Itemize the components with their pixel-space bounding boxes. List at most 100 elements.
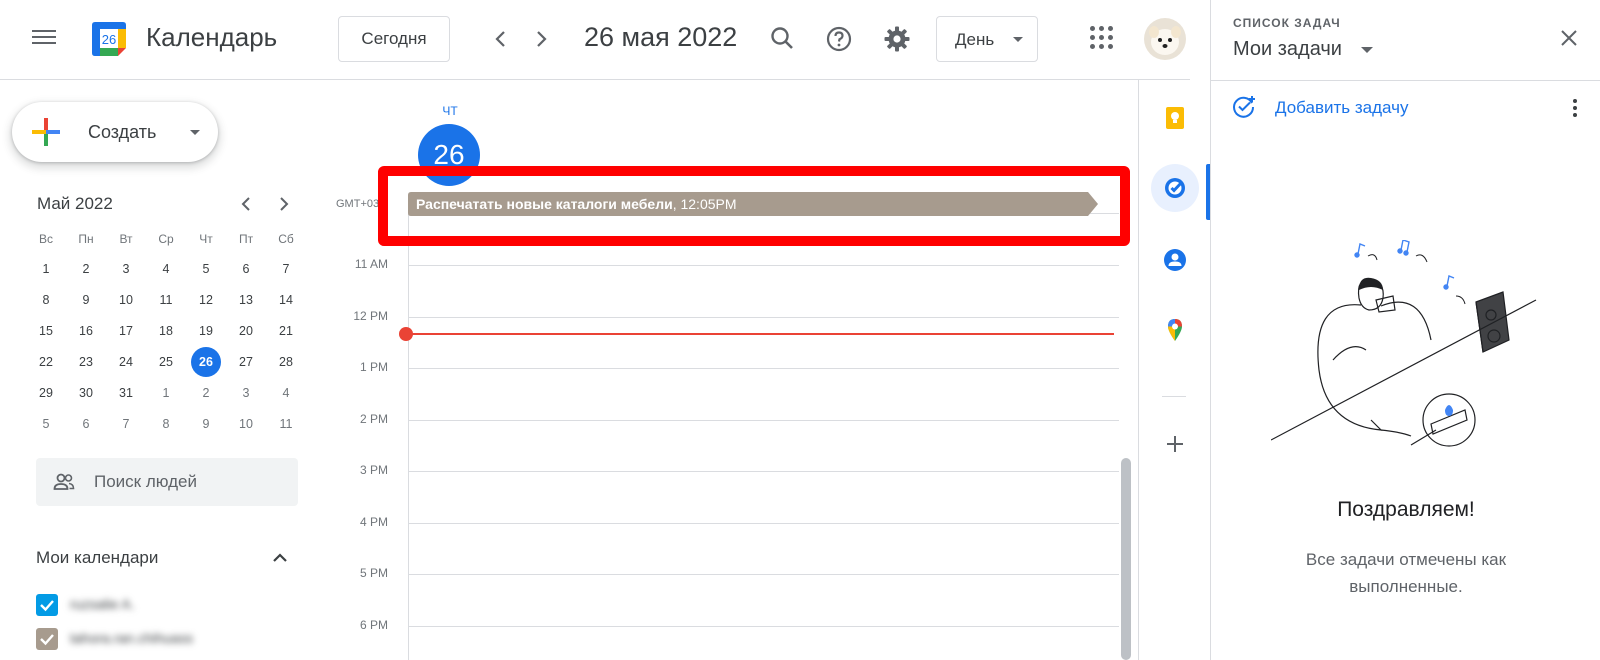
- mini-calendar-day[interactable]: 6: [66, 409, 106, 440]
- calendar-item[interactable]: tahora.ran.chihuass: [36, 626, 296, 654]
- mini-calendar-day[interactable]: 29: [26, 378, 66, 409]
- current-date-title: 26 мая 2022: [584, 22, 738, 52]
- mini-calendar-day-number: 1: [42, 262, 50, 276]
- mini-calendar-day[interactable]: 24: [106, 347, 146, 378]
- all-day-event-chip[interactable]: Распечатать новые каталоги мебели, 12:05…: [408, 192, 1098, 216]
- weekday-header: Пт: [238, 232, 254, 246]
- close-panel-button[interactable]: [1557, 26, 1581, 50]
- mini-calendar-day[interactable]: 8: [146, 409, 186, 440]
- contacts-button[interactable]: [1151, 236, 1199, 284]
- close-icon: [1561, 30, 1577, 46]
- mini-calendar-day[interactable]: 1: [26, 254, 66, 285]
- mini-calendar-day-number: 7: [282, 262, 290, 276]
- mini-calendar-day-number: 23: [79, 355, 93, 369]
- mini-calendar-day[interactable]: 23: [66, 347, 106, 378]
- chevron-up-icon: [273, 553, 287, 562]
- day-number-button[interactable]: 26: [418, 124, 480, 186]
- today-button[interactable]: Сегодня: [338, 16, 450, 62]
- mini-calendar-day[interactable]: 9: [186, 409, 226, 440]
- mini-calendar-day[interactable]: 1: [146, 378, 186, 409]
- calendar-logo[interactable]: 26: [88, 18, 130, 60]
- settings-button[interactable]: [880, 22, 914, 56]
- mini-calendar-day[interactable]: 22: [26, 347, 66, 378]
- my-calendars-heading: Мои календари: [36, 548, 159, 567]
- day-view-scrollbar[interactable]: [1121, 458, 1131, 660]
- mini-calendar-day[interactable]: 11: [146, 285, 186, 316]
- contacts-icon: [1164, 249, 1186, 271]
- mini-calendar-day[interactable]: 5: [26, 409, 66, 440]
- mini-calendar-day[interactable]: 12: [186, 285, 226, 316]
- calendar-item[interactable]: ruzsalie A.: [36, 592, 296, 620]
- mini-calendar-day[interactable]: 19: [186, 316, 226, 347]
- mini-calendar-day-number: 3: [242, 386, 250, 400]
- mini-calendar-day[interactable]: 30: [66, 378, 106, 409]
- mini-calendar-day[interactable]: 9: [66, 285, 106, 316]
- main-menu-icon[interactable]: [32, 26, 56, 50]
- mini-calendar-day-number: 3: [122, 262, 130, 276]
- previous-day-button[interactable]: [484, 22, 518, 56]
- view-select[interactable]: День: [936, 16, 1038, 62]
- mini-calendar-day[interactable]: 10: [106, 285, 146, 316]
- tasks-button[interactable]: [1151, 164, 1199, 212]
- mini-calendar-day[interactable]: 13: [226, 285, 266, 316]
- mini-calendar-day-number: 1: [162, 386, 170, 400]
- calendar-checkbox[interactable]: [36, 628, 58, 650]
- mini-calendar-day-number: 2: [202, 386, 210, 400]
- chevron-left-icon: [241, 197, 250, 211]
- mini-calendar-day[interactable]: 4: [266, 378, 306, 409]
- mini-calendar-day[interactable]: 10: [226, 409, 266, 440]
- next-day-button[interactable]: [524, 22, 558, 56]
- mini-calendar-day[interactable]: 25: [146, 347, 186, 378]
- mini-calendar-prev-button[interactable]: [234, 192, 258, 216]
- people-search-input[interactable]: Поиск людей: [36, 458, 298, 506]
- more-options-button[interactable]: [1563, 96, 1587, 120]
- add-task-button[interactable]: Добавить задачу: [1231, 94, 1471, 122]
- mini-calendar-day[interactable]: 8: [26, 285, 66, 316]
- mini-calendar-day-number: 4: [282, 386, 290, 400]
- mini-calendar-day[interactable]: 16: [66, 316, 106, 347]
- mini-calendar-day[interactable]: 27: [226, 347, 266, 378]
- mini-calendar-day[interactable]: 26: [186, 347, 226, 378]
- task-list-selector[interactable]: Мои задачи: [1233, 38, 1342, 61]
- people-search-placeholder: Поиск людей: [94, 472, 197, 491]
- google-apps-icon[interactable]: [1090, 26, 1114, 50]
- mini-calendar-day[interactable]: 4: [146, 254, 186, 285]
- mini-calendar-day[interactable]: 2: [66, 254, 106, 285]
- logo-day-number: 26: [102, 32, 116, 47]
- keep-icon: [1166, 107, 1184, 129]
- timezone-label: GMT+03: [336, 198, 380, 210]
- mini-calendar-day[interactable]: 18: [146, 316, 186, 347]
- mini-calendar-day-number: 13: [239, 293, 253, 307]
- hour-gridline: [409, 368, 1119, 369]
- hour-gridline: [409, 419, 1119, 421]
- panel-divider: [1211, 80, 1600, 81]
- mini-calendar-day[interactable]: 20: [226, 316, 266, 347]
- mini-calendar-day-number: 5: [202, 262, 210, 276]
- user-avatar[interactable]: [1144, 18, 1186, 60]
- day-grid[interactable]: [408, 213, 1119, 660]
- mini-calendar-day[interactable]: 31: [106, 378, 146, 409]
- calendar-checkbox[interactable]: [36, 594, 58, 616]
- search-button[interactable]: [766, 22, 800, 56]
- chevron-right-icon: [537, 31, 547, 47]
- maps-button[interactable]: [1151, 306, 1199, 354]
- tasks-icon: [1165, 178, 1185, 198]
- mini-calendar-day[interactable]: 7: [106, 409, 146, 440]
- create-button[interactable]: Создать: [12, 102, 218, 162]
- mini-calendar-day[interactable]: 15: [26, 316, 66, 347]
- create-button-label: Создать: [88, 122, 157, 142]
- mini-calendar-day[interactable]: 2: [186, 378, 226, 409]
- keep-button[interactable]: [1151, 94, 1199, 142]
- mini-calendar-next-button[interactable]: [272, 192, 296, 216]
- hour-gridline: [409, 316, 1119, 318]
- task-list-caret-icon[interactable]: [1361, 47, 1373, 53]
- mini-calendar-day[interactable]: 3: [106, 254, 146, 285]
- mini-calendar-day[interactable]: 3: [226, 378, 266, 409]
- get-addons-button[interactable]: [1151, 420, 1199, 468]
- mini-calendar-day-number: 6: [82, 417, 90, 431]
- my-calendars-collapse-button[interactable]: [268, 546, 292, 570]
- help-button[interactable]: [822, 22, 856, 56]
- mini-calendar-day[interactable]: 5: [186, 254, 226, 285]
- mini-calendar-day[interactable]: 17: [106, 316, 146, 347]
- mini-calendar-day[interactable]: 6: [226, 254, 266, 285]
